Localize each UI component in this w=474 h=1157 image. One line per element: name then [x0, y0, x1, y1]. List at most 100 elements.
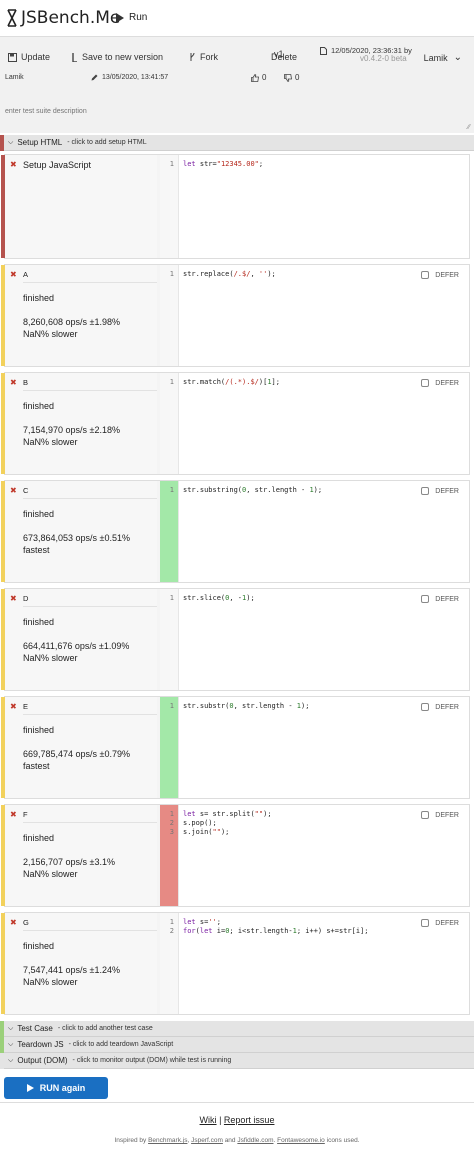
delete-button[interactable]: Delete: [271, 52, 297, 62]
chevron-down-icon: ⌄: [453, 52, 462, 63]
case-code: str.substring(0, str.length - 1);: [183, 486, 323, 494]
case-name[interactable]: G: [23, 918, 29, 927]
test-case-g: ✖ G finished 7,547,441 ops/s ±1.24% NaN%…: [1, 912, 470, 1015]
dislike-button[interactable]: 0: [284, 73, 299, 82]
output-accent: [0, 1052, 4, 1069]
case-code: str.slice(0, -1);: [183, 594, 255, 602]
case-ops: 7,154,970 ops/s ±2.18%: [23, 425, 121, 435]
case-editor[interactable]: let s= str.split(""); s.pop(); s.join(""…: [178, 805, 469, 906]
benchmark-link[interactable]: Benchmark.js: [148, 1137, 187, 1144]
logo[interactable]: JSBench.Me: [5, 8, 120, 28]
case-editor[interactable]: str.slice(0, -1); DEFER: [178, 589, 469, 690]
checkbox-icon: [421, 271, 430, 279]
case-relative: NaN% slower: [23, 869, 78, 879]
name-underline: [23, 498, 157, 499]
test-case-label: Test Case: [17, 1024, 53, 1033]
close-icon[interactable]: ✖: [10, 270, 17, 279]
case-name[interactable]: B: [23, 378, 28, 387]
top-bar: JSBench.Me Run: [0, 0, 474, 37]
play-icon: [26, 1084, 34, 1092]
close-icon[interactable]: ✖: [10, 918, 17, 927]
created-date: 13/05/2020, 13:41:57: [91, 74, 168, 81]
line-gutter-fastest: 1: [160, 481, 178, 582]
case-name[interactable]: E: [23, 702, 28, 711]
close-icon[interactable]: ✖: [10, 594, 17, 603]
run-again-button[interactable]: RUN again: [4, 1077, 108, 1099]
update-button[interactable]: Update: [8, 52, 50, 62]
case-name[interactable]: D: [23, 594, 28, 603]
checkbox-icon: [421, 919, 430, 927]
description-input[interactable]: [1, 101, 471, 133]
save-new-version-button[interactable]: Save to new version: [72, 52, 163, 62]
case-name[interactable]: C: [23, 486, 28, 495]
case-code: let s=''; for(let i=0; i<str.length-1; i…: [183, 918, 369, 935]
close-icon[interactable]: ✖: [10, 702, 17, 711]
update-label: Update: [21, 52, 51, 62]
case-status: finished: [23, 833, 55, 843]
checkbox-icon: [421, 487, 430, 495]
defer-checkbox[interactable]: DEFER: [421, 595, 459, 603]
close-icon[interactable]: ✖: [10, 486, 17, 495]
close-icon[interactable]: ✖: [10, 378, 17, 387]
thumbs-up-icon: [251, 73, 259, 82]
test-case-e: ✖ E finished 669,785,474 ops/s ±0.79% fa…: [1, 696, 470, 799]
case-editor[interactable]: str.match(/(.*).$/)[1]; DEFER: [178, 373, 469, 474]
case-status: finished: [23, 725, 55, 735]
line-gutter: 1: [160, 265, 178, 366]
test-case-c: ✖ C finished 673,864,053 ops/s ±0.51% fa…: [1, 480, 470, 583]
defer-label: DEFER: [435, 703, 459, 711]
defer-checkbox[interactable]: DEFER: [421, 811, 459, 819]
defer-checkbox[interactable]: DEFER: [421, 487, 459, 495]
resize-handle-icon[interactable]: ∕∕: [468, 124, 470, 131]
defer-label: DEFER: [435, 919, 459, 927]
case-relative: NaN% slower: [23, 437, 78, 447]
line-gutter: 1: [160, 373, 178, 474]
jsperf-link[interactable]: Jsperf.com: [191, 1137, 223, 1144]
case-info: ✖ B finished 7,154,970 ops/s ±2.18% NaN%…: [5, 373, 157, 474]
fork-button[interactable]: Fork: [189, 52, 218, 62]
run-again-label: RUN again: [39, 1083, 86, 1093]
defer-checkbox[interactable]: DEFER: [421, 379, 459, 387]
case-relative: NaN% slower: [23, 977, 78, 987]
jsfiddle-link[interactable]: Jsfiddle.com: [237, 1137, 273, 1144]
document-icon: [320, 46, 327, 55]
defer-label: DEFER: [435, 487, 459, 495]
output-dom-bar[interactable]: ⌵ Output (DOM) - click to monitor output…: [0, 1052, 474, 1069]
case-editor[interactable]: let s=''; for(let i=0; i<str.length-1; i…: [178, 913, 469, 1014]
setup-html-label: Setup HTML: [17, 138, 63, 147]
case-name[interactable]: A: [23, 270, 28, 279]
teardown-label: Teardown JS: [17, 1040, 64, 1049]
setup-html-accent: [0, 134, 4, 151]
setup-js-editor[interactable]: let str="12345.00";: [178, 155, 469, 258]
report-issue-link[interactable]: Report issue: [224, 1115, 275, 1125]
fontawesome-link[interactable]: Fontawesome.io: [277, 1137, 325, 1144]
stopwatch-logo-icon: [7, 9, 17, 27]
case-editor[interactable]: str.replace(/.$/, ''); DEFER: [178, 265, 469, 366]
wiki-link[interactable]: Wiki: [200, 1115, 217, 1125]
defer-label: DEFER: [435, 811, 459, 819]
defer-checkbox[interactable]: DEFER: [421, 271, 459, 279]
add-test-case-bar[interactable]: ⌵ Test Case - click to add another test …: [0, 1020, 474, 1037]
case-relative: NaN% slower: [23, 653, 78, 663]
close-icon[interactable]: ✖: [10, 160, 17, 169]
defer-checkbox[interactable]: DEFER: [421, 703, 459, 711]
test-case-accent: [0, 1020, 4, 1037]
test-case-f: ✖ F finished 2,156,707 ops/s ±3.1% NaN% …: [1, 804, 470, 907]
case-editor[interactable]: str.substring(0, str.length - 1); DEFER: [178, 481, 469, 582]
name-underline: [23, 282, 157, 283]
defer-checkbox[interactable]: DEFER: [421, 919, 459, 927]
case-editor[interactable]: str.substr(0, str.length - 1); DEFER: [178, 697, 469, 798]
teardown-accent: [0, 1036, 4, 1053]
setup-html-bar[interactable]: ⌵ Setup HTML - click to add setup HTML: [0, 134, 474, 151]
close-icon[interactable]: ✖: [10, 810, 17, 819]
author-name: Lamik: [5, 74, 24, 81]
like-button[interactable]: 0: [251, 73, 266, 82]
test-case-d: ✖ D finished 664,411,676 ops/s ±1.09% Na…: [1, 588, 470, 691]
case-ops: 7,547,441 ops/s ±1.24%: [23, 965, 121, 975]
teardown-bar[interactable]: ⌵ Teardown JS - click to add teardown Ja…: [0, 1036, 474, 1053]
case-ops: 664,411,676 ops/s ±1.09%: [23, 641, 130, 651]
case-name[interactable]: F: [23, 810, 28, 819]
run-button[interactable]: Run: [116, 12, 147, 23]
user-menu[interactable]: Lamik ⌄: [424, 52, 462, 63]
test-case-a: ✖ A finished 8,260,608 ops/s ±1.98% NaN%…: [1, 264, 470, 367]
